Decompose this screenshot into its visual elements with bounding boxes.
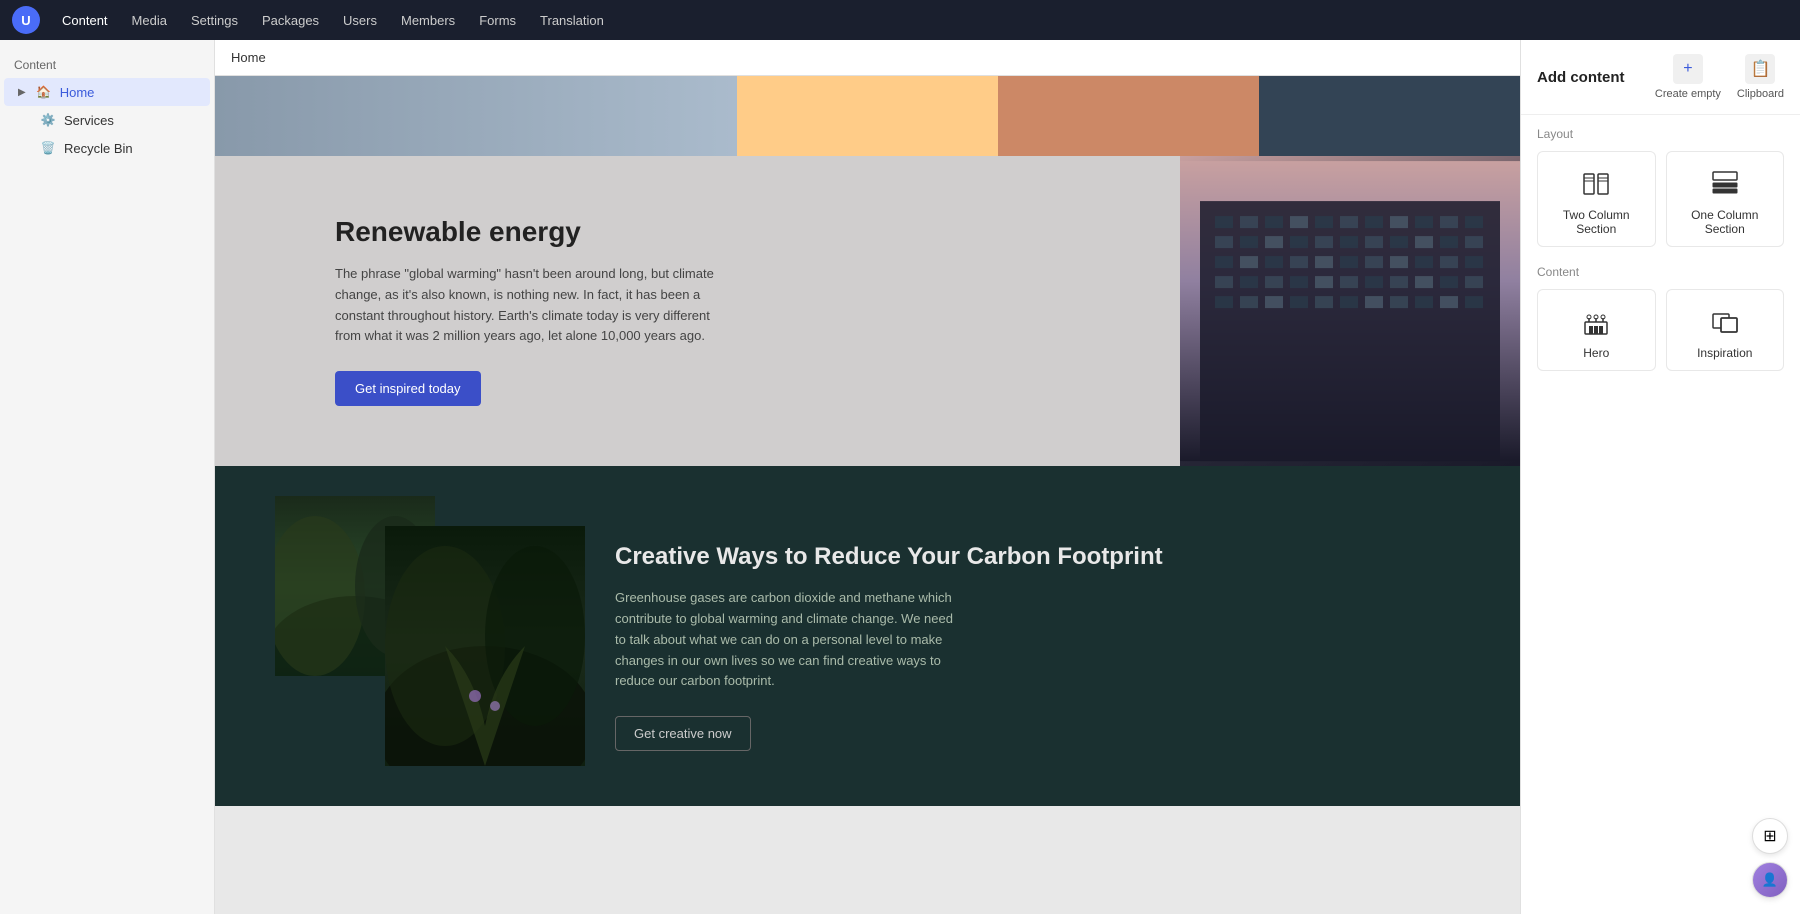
two-column-label: Two Column Section (1548, 208, 1645, 236)
renewable-text-column: Renewable energy The phrase "global warm… (215, 156, 1180, 466)
sidebar-services-label: Services (64, 113, 114, 128)
sidebar-item-services[interactable]: ⚙️ Services (4, 106, 210, 134)
get-creative-button[interactable]: Get creative now (615, 716, 751, 751)
inspiration-label: Inspiration (1697, 346, 1752, 360)
nav-item-content[interactable]: Content (52, 9, 118, 32)
carbon-image-2 (385, 526, 585, 766)
content-items-grid: Hero Inspiration (1537, 289, 1784, 371)
layout-section: Layout Two Column Section (1521, 115, 1800, 253)
one-column-label: One Column Section (1677, 208, 1774, 236)
home-icon: 🏠 (36, 84, 52, 100)
renewable-energy-section: Renewable energy The phrase "global warm… (215, 156, 1520, 466)
carbon-body: Greenhouse gases are carbon dioxide and … (615, 588, 955, 692)
nav-item-translation[interactable]: Translation (530, 9, 614, 32)
create-empty-button[interactable]: + Create empty (1655, 54, 1721, 100)
nav-item-users[interactable]: Users (333, 9, 387, 32)
layout-section-label: Layout (1537, 127, 1784, 141)
bottom-icons: ⊞ 👤 (1752, 818, 1788, 898)
clipboard-button[interactable]: 📋 Clipboard (1737, 54, 1784, 100)
carbon-text-column: Creative Ways to Reduce Your Carbon Foot… (595, 466, 1520, 806)
services-icon: ⚙️ (40, 112, 56, 128)
carbon-heading: Creative Ways to Reduce Your Carbon Foot… (615, 541, 1480, 572)
panel-actions: + Create empty 📋 Clipboard (1655, 54, 1784, 100)
panel-header: Add content + Create empty 📋 Clipboard (1521, 40, 1800, 115)
main-area: Content ▶ 🏠 Home ⚙️ Services 🗑️ Recycle … (0, 40, 1800, 914)
sidebar-section-label: Content (0, 52, 214, 78)
clipboard-label: Clipboard (1737, 88, 1784, 100)
breadcrumb: Home (215, 40, 1520, 76)
sidebar-recycle-label: Recycle Bin (64, 141, 133, 156)
renewable-heading: Renewable energy (335, 216, 1120, 248)
nav-item-members[interactable]: Members (391, 9, 465, 32)
nav-item-packages[interactable]: Packages (252, 9, 329, 32)
content-section-label: Content (1537, 265, 1784, 279)
content-section: Content (1521, 253, 1800, 377)
strip-image-1 (215, 76, 737, 156)
carbon-images-column (215, 466, 595, 806)
user-avatar-button[interactable]: 👤 (1752, 862, 1788, 898)
nav-item-settings[interactable]: Settings (181, 9, 248, 32)
building-image (1180, 156, 1520, 466)
carbon-footprint-section: Creative Ways to Reduce Your Carbon Foot… (215, 466, 1520, 806)
nav-item-media[interactable]: Media (122, 9, 177, 32)
top-nav: U Content Media Settings Packages Users … (0, 0, 1800, 40)
inspiration-icon (1709, 306, 1741, 338)
sidebar-item-home[interactable]: ▶ 🏠 Home (4, 78, 210, 106)
logo[interactable]: U (12, 6, 40, 34)
sidebar-item-recycle-bin[interactable]: 🗑️ Recycle Bin (4, 134, 210, 162)
sidebar: Content ▶ 🏠 Home ⚙️ Services 🗑️ Recycle … (0, 40, 215, 914)
one-column-section-item[interactable]: One Column Section (1666, 151, 1785, 247)
scan-icon-button[interactable]: ⊞ (1752, 818, 1788, 854)
strip-image-4 (1259, 76, 1520, 156)
create-empty-label: Create empty (1655, 88, 1721, 100)
content-area: Home Renewable energy The phrase "global… (215, 40, 1520, 914)
renewable-image-column (1180, 156, 1520, 466)
hero-label: Hero (1583, 346, 1609, 360)
plus-icon: + (1673, 54, 1703, 84)
strip-image-3 (998, 76, 1259, 156)
expand-arrow-icon: ▶ (18, 87, 26, 98)
two-column-section-item[interactable]: Two Column Section (1537, 151, 1656, 247)
nav-item-forms[interactable]: Forms (469, 9, 526, 32)
one-column-icon (1709, 168, 1741, 200)
sidebar-home-label: Home (60, 85, 95, 100)
strip-image-2 (737, 76, 998, 156)
page-preview: Renewable energy The phrase "global warm… (215, 76, 1520, 914)
top-image-strip (215, 76, 1520, 156)
inspiration-item[interactable]: Inspiration (1666, 289, 1785, 371)
recycle-bin-icon: 🗑️ (40, 140, 56, 156)
add-content-panel: Add content + Create empty 📋 Clipboard L… (1520, 40, 1800, 914)
get-inspired-button[interactable]: Get inspired today (335, 371, 481, 406)
hero-item[interactable]: Hero (1537, 289, 1656, 371)
clipboard-icon: 📋 (1745, 54, 1775, 84)
panel-title: Add content (1537, 69, 1625, 86)
two-column-icon (1580, 168, 1612, 200)
layout-items-grid: Two Column Section One Column Section (1537, 151, 1784, 247)
hero-icon (1580, 306, 1612, 338)
renewable-body: The phrase "global warming" hasn't been … (335, 264, 715, 347)
